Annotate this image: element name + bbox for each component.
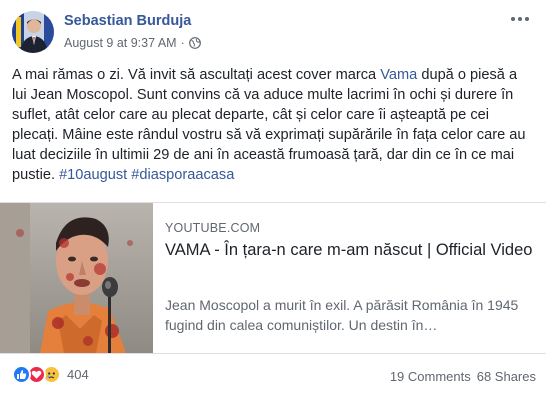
more-options-icon[interactable] [508, 12, 532, 26]
post-text-part: după o piesă a lui Jean Moscopol. Sunt c… [12, 67, 526, 183]
link-preview-card[interactable]: YOUTUBE.COM VAMA - În țara-n care m-am n… [0, 202, 546, 354]
globe-icon[interactable] [188, 37, 201, 49]
reaction-count: 404 [67, 367, 89, 382]
like-icon [12, 365, 31, 384]
link-description: Jean Moscopol a murit în exil. A părăsit… [165, 297, 519, 333]
shares-count-link[interactable]: 68 Shares [477, 369, 536, 384]
post-text: A mai rămas o zi. Vă invit să ascultați … [12, 65, 534, 185]
link-title[interactable]: VAMA - În țara-n care m-am născut | Offi… [165, 239, 535, 261]
facebook-post: Sebastian Burduja August 9 at 9:37 AM · … [0, 0, 546, 401]
hashtag-diasporaacasa[interactable]: #diasporaacasa [131, 167, 234, 183]
meta-separator: · [180, 36, 185, 50]
comments-count-link[interactable]: 19 Comments [390, 369, 471, 384]
hashtag-10august[interactable]: #10august [59, 167, 127, 183]
post-timestamp[interactable]: August 9 at 9:37 AM [64, 36, 177, 50]
link-domain: YOUTUBE.COM [165, 221, 261, 235]
reactions-summary[interactable]: 404 [12, 365, 89, 384]
vama-link[interactable]: Vama [380, 67, 417, 83]
author-avatar[interactable] [12, 11, 54, 53]
post-text-part: A mai rămas o zi. Vă invit să ascultați … [12, 67, 381, 83]
video-thumbnail[interactable] [0, 203, 153, 353]
engagement-stats: 19 Comments 68 Shares [390, 369, 536, 384]
post-meta: August 9 at 9:37 AM · [64, 36, 201, 50]
author-name[interactable]: Sebastian Burduja [64, 13, 191, 29]
